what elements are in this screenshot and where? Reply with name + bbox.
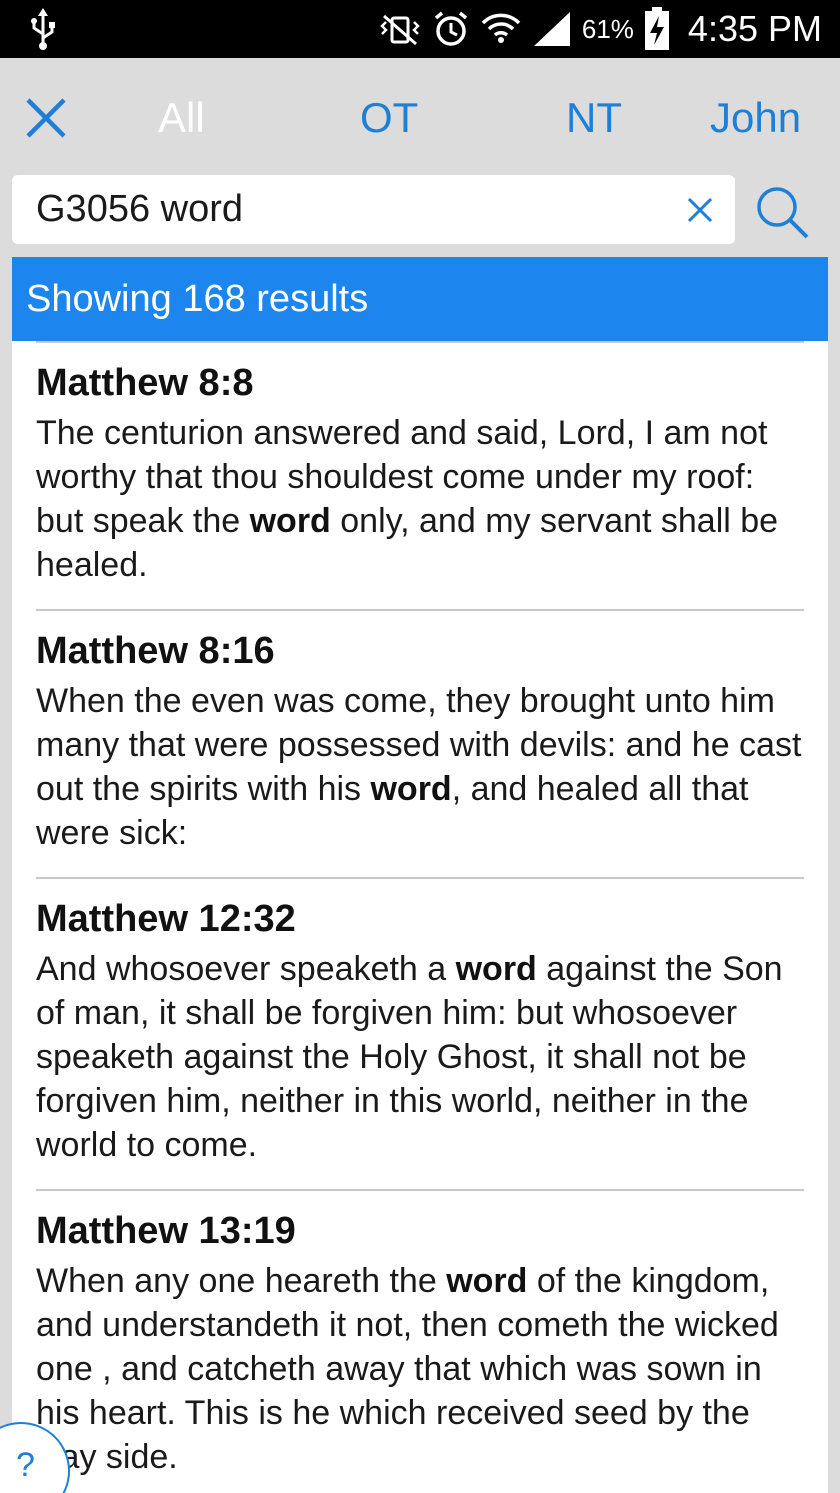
results-list[interactable]: Matthew 8:8 The centurion answered and s… [12,341,828,1493]
highlighted-term: word [370,770,452,808]
search-input[interactable] [36,175,656,244]
clear-search-icon[interactable] [687,197,713,223]
result-item[interactable]: Matthew 8:8 The centurion answered and s… [36,341,804,609]
highlighted-term: word [455,950,537,988]
result-verse-text: When any one heareth the word of the kin… [36,1262,779,1476]
highlighted-term: word [249,502,331,540]
search-box [12,175,735,244]
highlighted-term: word [446,1262,528,1300]
vibrate-mute-icon [378,12,422,46]
battery-charging-icon [644,7,670,51]
result-reference: Matthew 12:32 [36,898,296,940]
result-item[interactable]: Matthew 12:32 And whosoever speaketh a w… [36,877,804,1189]
result-verse-text: When the even was come, they brought unt… [36,682,802,852]
status-time: 4:35 PM [687,8,822,49]
status-bar: 61% 4:35 PM [0,0,840,58]
help-label: ? [16,1446,35,1484]
result-reference: Matthew 13:19 [36,1210,296,1252]
tab-nt[interactable]: NT [566,94,622,142]
signal-icon [532,10,572,48]
result-verse-text: The centurion answered and said, Lord, I… [36,414,779,584]
alarm-icon [432,10,470,48]
result-item[interactable]: Matthew 8:16 When the even was come, the… [36,609,804,877]
filter-bar: All OT NT John [0,58,840,176]
result-verse-text: And whosoever speaketh a word against th… [36,950,783,1164]
tab-john[interactable]: John [710,94,801,142]
search-icon[interactable] [754,184,810,240]
results-count-banner: Showing 168 results [12,257,828,341]
battery-percent: 61% [581,13,634,44]
tab-ot[interactable]: OT [360,94,418,142]
result-reference: Matthew 8:8 [36,362,254,404]
usb-icon [28,8,58,50]
result-item[interactable]: Matthew 13:19 When any one heareth the w… [36,1189,804,1493]
close-icon[interactable] [24,96,68,140]
tab-all[interactable]: All [158,94,205,142]
result-reference: Matthew 8:16 [36,630,275,672]
wifi-icon [480,9,522,49]
